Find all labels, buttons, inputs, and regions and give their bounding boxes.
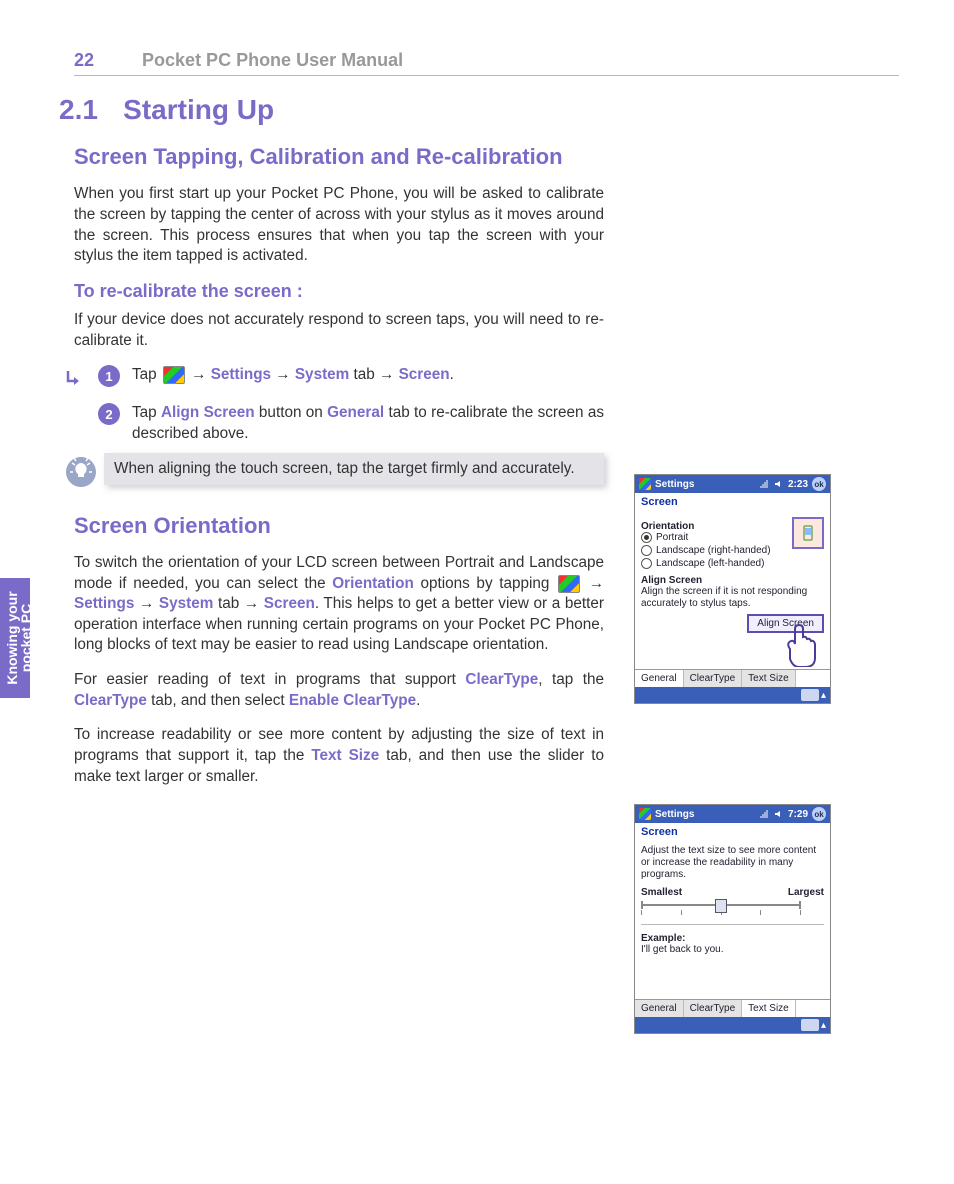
largest-label: Largest	[788, 887, 824, 898]
calibration-heading: Screen Tapping, Calibration and Re-calib…	[74, 144, 604, 170]
section-title: Starting Up	[123, 94, 274, 125]
example-label: Example:	[641, 933, 824, 944]
tab-textsize: Text Size	[742, 670, 796, 687]
screenshot1-tabs: General ClearType Text Size	[635, 669, 830, 687]
step-2-badge: 2	[98, 403, 120, 425]
windows-flag-icon	[558, 575, 580, 593]
tab-cleartype: ClearType	[684, 1000, 743, 1017]
align-screen-label: Align Screen	[641, 575, 824, 586]
screenshot1-time: 2:23	[788, 479, 808, 490]
screenshot1-title: Settings	[655, 479, 694, 490]
chapter-side-tab: Knowing your pocket PC	[0, 578, 30, 698]
tip-text: When aligning the touch screen, tap the …	[104, 453, 604, 486]
tab-general: General	[635, 670, 684, 687]
screenshot1-app-header: Screen	[635, 493, 830, 511]
recalibrate-intro: If your device does not accurately respo…	[74, 310, 604, 351]
signal-icon	[760, 809, 770, 819]
side-tab-line2: pocket PC	[18, 604, 34, 672]
radio-selected-icon	[641, 532, 652, 543]
example-text: I'll get back to you.	[641, 944, 824, 955]
speaker-icon	[774, 479, 784, 489]
tip-box: When aligning the touch screen, tap the …	[64, 453, 604, 493]
step-1-text: Tap → Settings → System tab → Screen.	[132, 365, 604, 386]
screenshot2-titlebar: Settings 7:29 ok	[635, 805, 830, 823]
lightbulb-tip-icon	[64, 455, 104, 493]
step-1-row: 1 Tap → Settings → System tab → Screen.	[64, 365, 604, 395]
section-heading: 2.1 Starting Up	[74, 94, 604, 126]
recalibrate-heading: To re-calibrate the screen :	[74, 281, 604, 302]
screenshot2-bottombar: ▴	[635, 1017, 830, 1033]
radio-icon	[641, 545, 652, 556]
screenshot-orientation: Settings 2:23 ok Screen Orientation Port…	[634, 474, 831, 704]
screenshot2-tabs: General ClearType Text Size	[635, 999, 830, 1017]
start-flag-icon	[639, 478, 651, 490]
orientation-para1: To switch the orientation of your LCD sc…	[74, 553, 604, 656]
orientation-para3: To increase readability or see more cont…	[74, 725, 604, 787]
step-1-badge: 1	[98, 365, 120, 387]
align-desc: Align the screen if it is not responding…	[641, 586, 824, 610]
slider-thumb-icon	[715, 899, 727, 913]
orientation-thumb-icon	[792, 517, 824, 549]
radio-icon	[641, 558, 652, 569]
orientation-para2: For easier reading of text in programs t…	[74, 670, 604, 711]
step-2-text: Tap Align Screen button on General tab t…	[132, 403, 604, 444]
radio-landscape-left: Landscape (left-handed)	[641, 558, 824, 569]
keyboard-icon	[801, 689, 819, 701]
ok-button-icon: ok	[812, 807, 826, 821]
tab-general: General	[635, 1000, 684, 1017]
textsize-slider	[641, 904, 801, 906]
smallest-label: Smallest	[641, 887, 682, 898]
orientation-heading: Screen Orientation	[74, 513, 604, 539]
windows-flag-icon	[163, 366, 185, 384]
page-number: 22	[74, 50, 94, 71]
screenshot-textsize: Settings 7:29 ok Screen Adjust the text …	[634, 804, 831, 1034]
tab-textsize: Text Size	[742, 1000, 796, 1017]
tapping-hand-icon	[780, 621, 820, 667]
screenshot2-time: 7:29	[788, 809, 808, 820]
calibration-intro: When you first start up your Pocket PC P…	[74, 184, 604, 267]
step-2-row: 2 Tap Align Screen button on General tab…	[64, 403, 604, 444]
procedure-arrow-icon	[64, 365, 98, 395]
start-flag-icon	[639, 808, 651, 820]
section-number: 2.1	[59, 94, 119, 126]
speaker-icon	[774, 809, 784, 819]
screenshot2-title: Settings	[655, 809, 694, 820]
tab-cleartype: ClearType	[684, 670, 743, 687]
ok-button-icon: ok	[812, 477, 826, 491]
page-header: 22 Pocket PC Phone User Manual	[74, 50, 899, 76]
screenshot2-app-header: Screen	[635, 823, 830, 841]
textsize-desc: Adjust the text size to see more content…	[641, 845, 824, 881]
screenshot1-bottombar: ▴	[635, 687, 830, 703]
doc-title: Pocket PC Phone User Manual	[142, 50, 403, 71]
screenshot1-titlebar: Settings 2:23 ok	[635, 475, 830, 493]
keyboard-icon	[801, 1019, 819, 1031]
signal-icon	[760, 479, 770, 489]
